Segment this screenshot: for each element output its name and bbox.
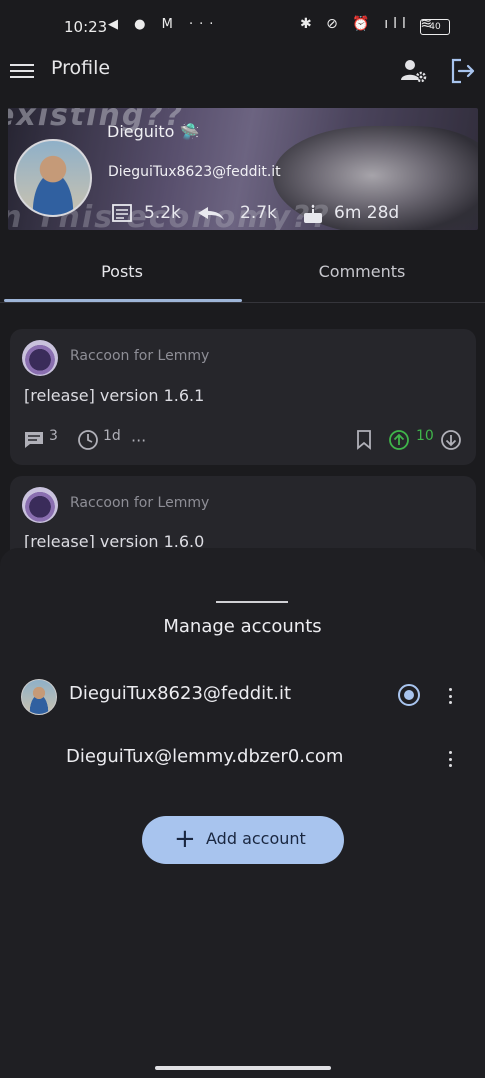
page-title: Profile — [51, 57, 111, 79]
account-more-icon[interactable] — [447, 751, 453, 771]
account-more-icon[interactable] — [447, 688, 453, 708]
add-account-button[interactable]: + Add account — [142, 816, 344, 864]
comment-icon — [24, 431, 44, 449]
cake-icon — [302, 204, 324, 224]
community-avatar[interactable] — [22, 340, 58, 376]
upvote-icon[interactable] — [388, 429, 410, 451]
tab-divider — [0, 302, 485, 303]
add-account-label: Add account — [206, 829, 306, 848]
sheet-title: Manage accounts — [163, 616, 322, 637]
comments-count-icon — [196, 204, 226, 222]
bookmark-icon[interactable] — [356, 430, 372, 450]
home-indicator[interactable] — [155, 1066, 331, 1070]
community-avatar[interactable] — [22, 487, 58, 523]
system-status-icons: ✱ ⊘ ⏰ ıll ≋ — [300, 16, 438, 32]
account-name[interactable]: DieguiTux8623@feddit.it — [69, 683, 291, 704]
user-display-name: Dieguito 🛸 — [107, 122, 200, 141]
account-name[interactable]: DieguiTux@lemmy.dbzer0.com — [66, 746, 343, 767]
user-handle: DieguiTux8623@feddit.it — [108, 164, 281, 180]
battery-icon: 40 — [420, 19, 450, 35]
notification-icons: ◀ ● M ··· — [108, 17, 220, 32]
account-selected-radio[interactable] — [398, 684, 420, 706]
plus-icon: + — [174, 824, 196, 854]
hamburger-menu-icon[interactable] — [10, 60, 34, 80]
post-age: 1d — [103, 428, 121, 444]
account-age: 6m 28d — [334, 203, 400, 223]
comment-count: 3 — [49, 428, 58, 444]
post-title[interactable]: [release] version 1.6.1 — [24, 386, 204, 405]
status-bar: 10:23 ◀ ● M ··· ✱ ⊘ ⏰ ıll ≋ 40 — [0, 0, 485, 52]
account-avatar — [21, 679, 57, 715]
clock-icon — [77, 429, 99, 451]
posts-count: 5.2k — [144, 203, 181, 223]
logout-icon[interactable] — [449, 57, 477, 85]
downvote-icon[interactable] — [440, 429, 462, 451]
status-time: 10:23 — [64, 18, 108, 36]
more-options-icon[interactable]: ··· — [131, 431, 146, 450]
tab-posts[interactable]: Posts — [2, 262, 242, 281]
community-name[interactable]: Raccoon for Lemmy — [70, 348, 209, 364]
tab-comments[interactable]: Comments — [242, 262, 482, 281]
upvote-count: 10 — [416, 428, 434, 444]
sheet-drag-handle[interactable] — [216, 601, 288, 603]
manage-accounts-icon[interactable] — [400, 58, 428, 84]
posts-count-icon — [112, 204, 132, 222]
community-name[interactable]: Raccoon for Lemmy — [70, 495, 209, 511]
comments-count: 2.7k — [240, 203, 277, 223]
profile-avatar[interactable] — [14, 139, 92, 217]
